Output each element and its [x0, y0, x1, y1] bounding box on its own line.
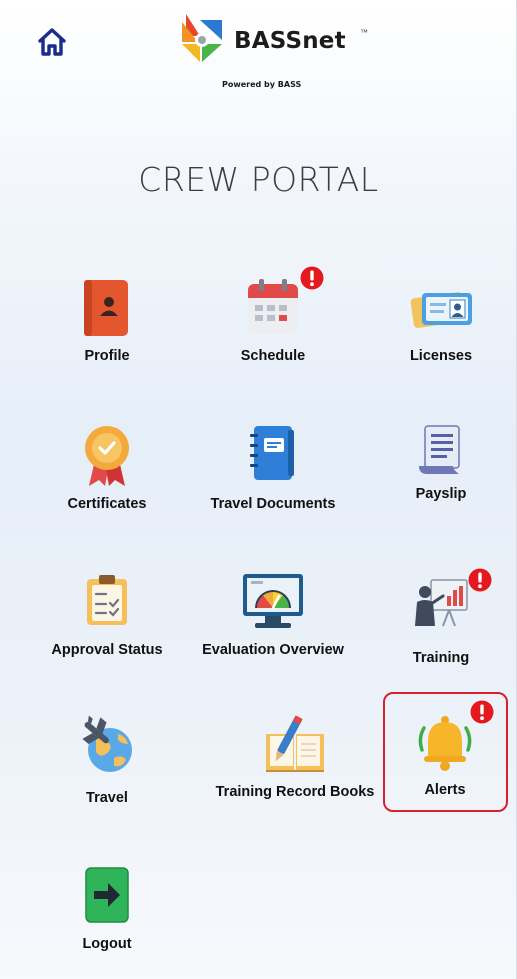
tile-travel-documents[interactable]: Travel Documents [188, 424, 358, 524]
tile-label: Licenses [409, 348, 473, 364]
tile-label: Training Record Books [215, 784, 375, 800]
bell-icon [418, 716, 472, 771]
tile-label: Alerts [424, 782, 466, 798]
clipboard-check-icon [87, 575, 127, 625]
tile-payslip[interactable]: Payslip [356, 424, 516, 516]
tile-evaluation-overview[interactable]: Evaluation Overview [188, 570, 358, 664]
tile-approval-status[interactable]: Approval Status [22, 574, 192, 664]
crew-portal-screen: BASSnet ™ Powered by BASS CREW PORTAL Pr… [0, 0, 517, 979]
home-icon[interactable] [36, 26, 68, 58]
monitor-gauge-icon [243, 574, 303, 628]
tile-label: Travel Documents [210, 496, 336, 512]
alert-badge-icon [300, 266, 324, 290]
powered-by-text: Powered by BASS [222, 80, 302, 89]
tile-label: Evaluation Overview [202, 642, 344, 658]
tile-training-record-books[interactable]: Training Record Books [210, 712, 380, 802]
logout-arrow-icon [85, 867, 129, 923]
award-medal-icon [85, 426, 129, 486]
tile-certificates[interactable]: Certificates [22, 424, 192, 524]
open-book-pen-icon [266, 715, 324, 772]
tile-alerts[interactable]: Alerts [360, 700, 516, 800]
tile-licenses[interactable]: Licenses [356, 285, 516, 378]
presentation-board-icon [415, 579, 468, 627]
tile-label: Travel [86, 790, 128, 806]
tile-label: Logout [82, 936, 132, 952]
tile-label: Approval Status [51, 642, 163, 658]
profile-book-icon [84, 280, 128, 336]
calendar-icon [248, 279, 298, 334]
scroll-document-icon [419, 425, 460, 474]
bassnet-logo: BASSnet ™ Powered by BASS [178, 12, 368, 92]
tile-training[interactable]: Training [356, 568, 516, 672]
trademark-symbol: ™ [360, 28, 368, 37]
alert-badge-icon [468, 568, 492, 592]
tile-label: Payslip [415, 486, 467, 502]
tile-label: Certificates [67, 496, 147, 512]
alert-badge-icon [470, 700, 494, 724]
tile-label: Training [412, 650, 470, 666]
tile-label: Schedule [240, 348, 306, 364]
page-title: CREW PORTAL [138, 160, 379, 199]
tile-profile[interactable]: Profile [22, 278, 192, 378]
globe-airplane-icon [82, 715, 132, 772]
tile-label: Profile [84, 348, 130, 364]
notebook-icon [250, 426, 294, 480]
tile-schedule[interactable]: Schedule [188, 266, 358, 378]
tile-travel[interactable]: Travel [22, 714, 192, 808]
bassnet-logo-mark-icon [182, 14, 222, 62]
id-card-icon [410, 292, 472, 328]
brand-name: BASSnet [234, 28, 346, 54]
tile-logout[interactable]: Logout [22, 866, 192, 956]
